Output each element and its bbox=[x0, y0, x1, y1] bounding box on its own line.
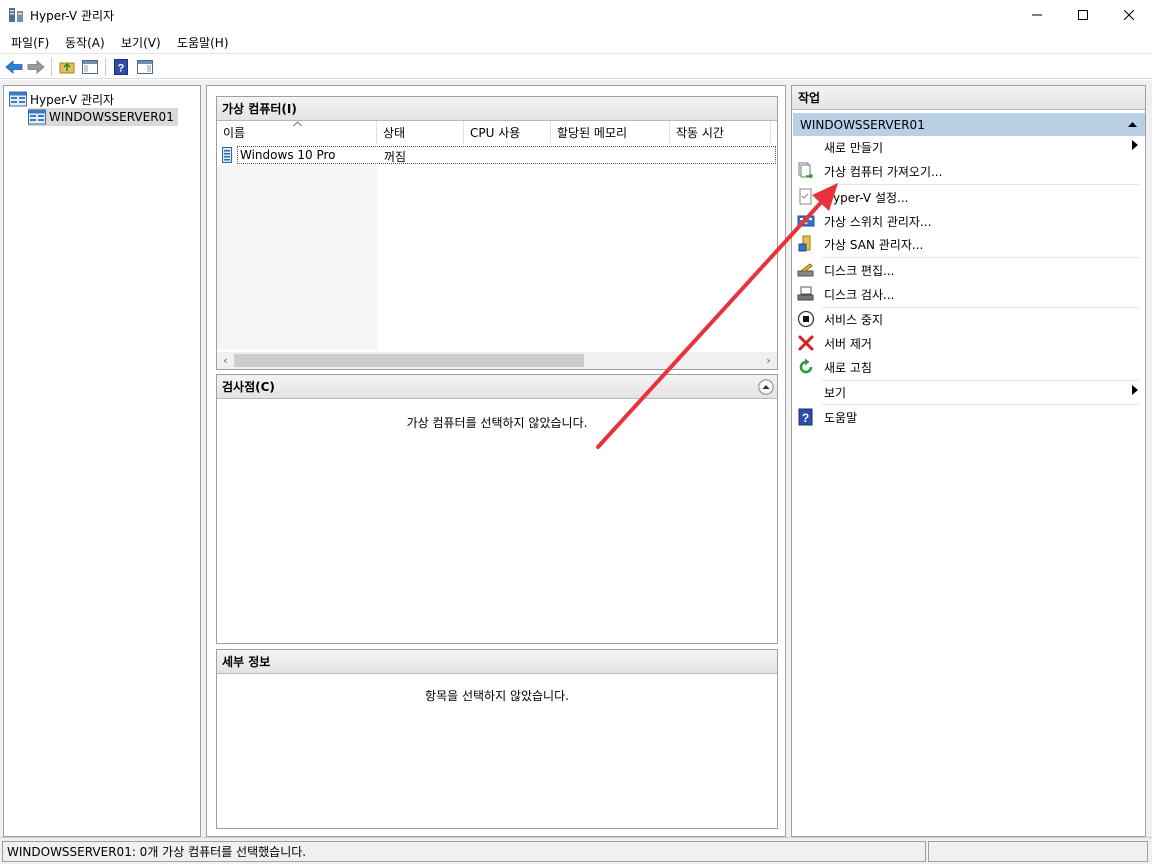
column-cpu[interactable]: CPU 사용 bbox=[464, 121, 551, 143]
tree-server-label: WINDOWSSERVER01 bbox=[49, 110, 174, 124]
title-bar: Hyper-V 관리자 bbox=[0, 0, 1152, 30]
refresh-icon bbox=[799, 358, 813, 374]
sort-ascending-icon bbox=[293, 121, 302, 127]
close-button[interactable] bbox=[1106, 0, 1152, 30]
up-folder-icon[interactable] bbox=[57, 57, 77, 77]
menu-action[interactable]: 동작(A) bbox=[65, 34, 105, 51]
virtual-machines-panel: 가상 컴퓨터(I) 이름 상태 CPU 사용 할당된 메모리 작동 시간 Win… bbox=[216, 96, 778, 370]
toolbar: ? bbox=[0, 53, 1152, 79]
action-san-manager[interactable]: 가상 SAN 관리자... bbox=[797, 233, 1140, 255]
action-edit-disk[interactable]: 디스크 편집... bbox=[797, 259, 1140, 281]
inspect-disk-icon bbox=[797, 286, 814, 301]
action-stop-service[interactable]: 서비스 중지 bbox=[797, 308, 1140, 330]
server-icon bbox=[28, 109, 46, 125]
show-tree-icon[interactable] bbox=[80, 57, 100, 77]
svg-text:?: ? bbox=[118, 63, 125, 75]
toolbar-separator bbox=[105, 58, 106, 76]
window-title: Hyper-V 관리자 bbox=[30, 9, 115, 23]
back-arrow-icon[interactable] bbox=[4, 57, 24, 77]
action-switch-manager[interactable]: 가상 스위치 관리자... bbox=[797, 210, 1140, 232]
checkpoints-empty-message: 가상 컴퓨터를 선택하지 않았습니다. bbox=[406, 416, 588, 430]
remove-icon bbox=[798, 335, 814, 351]
horizontal-scrollbar[interactable]: ‹ › bbox=[217, 352, 777, 369]
list-empty-area bbox=[217, 165, 377, 349]
checkpoints-panel: 검사점(C) 가상 컴퓨터를 선택하지 않았습니다. bbox=[216, 374, 778, 644]
submenu-arrow-icon bbox=[1132, 140, 1138, 150]
status-bar: WINDOWSSERVER01: 0개 가상 컴퓨터를 선택했습니다. bbox=[0, 837, 1152, 864]
action-refresh[interactable]: 새로 고침 bbox=[797, 356, 1140, 378]
details-panel-title: 세부 정보 bbox=[217, 650, 777, 674]
actions-server-header[interactable]: WINDOWSSERVER01 bbox=[793, 113, 1145, 136]
action-remove-server[interactable]: 서버 제거 bbox=[797, 332, 1140, 354]
tree-server-item[interactable]: WINDOWSSERVER01 bbox=[28, 108, 178, 126]
san-icon bbox=[798, 235, 811, 252]
action-help[interactable]: ? 도움말 bbox=[797, 406, 1140, 428]
menu-bar: 파일(F) 동작(A) 보기(V) 도움말(H) bbox=[0, 30, 1152, 52]
collapse-triangle-icon[interactable] bbox=[1128, 122, 1137, 127]
action-new[interactable]: 새로 만들기 bbox=[797, 136, 1140, 158]
scroll-left-icon[interactable]: ‹ bbox=[217, 352, 234, 369]
submenu-arrow-icon bbox=[1132, 385, 1138, 395]
vm-state: 꺼짐 bbox=[384, 150, 407, 164]
minimize-button[interactable] bbox=[1014, 0, 1060, 30]
column-name[interactable]: 이름 bbox=[217, 121, 377, 143]
status-cell-secondary bbox=[928, 841, 1148, 862]
main-area: Hyper-V 관리자 WINDOWSSERVER01 가상 컴퓨터(I) 이름… bbox=[0, 80, 1152, 837]
show-action-pane-icon[interactable] bbox=[135, 57, 155, 77]
help-icon: ? bbox=[798, 408, 813, 426]
actions-pane: 작업 WINDOWSSERVER01 새로 만들기 가상 컴퓨터 가져오기... bbox=[791, 85, 1146, 837]
toolbar-separator bbox=[51, 58, 52, 76]
action-import-vm[interactable]: 가상 컴퓨터 가져오기... bbox=[797, 160, 1140, 182]
table-row[interactable]: Windows 10 Pro 꺼짐 bbox=[218, 146, 776, 164]
settings-doc-icon bbox=[799, 188, 812, 205]
menu-view[interactable]: 보기(V) bbox=[121, 34, 161, 51]
collapse-up-icon[interactable] bbox=[758, 379, 774, 395]
hyper-v-icon bbox=[9, 8, 23, 22]
switch-icon bbox=[797, 215, 815, 227]
edit-disk-icon bbox=[797, 263, 814, 277]
vm-panel-title: 가상 컴퓨터(I) bbox=[217, 97, 777, 121]
svg-text:?: ? bbox=[802, 411, 809, 425]
tree-root-label: Hyper-V 관리자 bbox=[30, 92, 115, 107]
action-hyperv-settings[interactable]: Hyper-V 설정... bbox=[797, 186, 1140, 208]
details-panel: 세부 정보 항목을 선택하지 않았습니다. bbox=[216, 649, 778, 829]
import-icon bbox=[798, 162, 814, 179]
menu-help[interactable]: 도움말(H) bbox=[177, 34, 229, 51]
actions-title: 작업 bbox=[792, 86, 1145, 110]
forward-arrow-icon[interactable] bbox=[26, 57, 46, 77]
status-text: WINDOWSSERVER01: 0개 가상 컴퓨터를 선택했습니다. bbox=[2, 841, 926, 862]
navigation-tree: Hyper-V 관리자 WINDOWSSERVER01 bbox=[3, 85, 201, 837]
hyper-v-manager-icon bbox=[9, 91, 27, 107]
tree-root[interactable]: Hyper-V 관리자 bbox=[9, 90, 114, 108]
scrollbar-thumb[interactable] bbox=[234, 354, 584, 367]
column-state[interactable]: 상태 bbox=[377, 121, 464, 143]
column-memory[interactable]: 할당된 메모리 bbox=[551, 121, 670, 143]
vm-icon bbox=[222, 147, 232, 163]
vm-name: Windows 10 Pro bbox=[240, 148, 336, 162]
scroll-right-icon[interactable]: › bbox=[760, 352, 777, 369]
help-icon[interactable]: ? bbox=[111, 57, 131, 77]
column-uptime[interactable]: 작동 시간 bbox=[670, 121, 771, 143]
action-view[interactable]: 보기 bbox=[797, 381, 1140, 403]
stop-icon bbox=[797, 310, 815, 328]
center-pane: 가상 컴퓨터(I) 이름 상태 CPU 사용 할당된 메모리 작동 시간 Win… bbox=[206, 85, 786, 837]
action-inspect-disk[interactable]: 디스크 검사... bbox=[797, 283, 1140, 305]
menu-file[interactable]: 파일(F) bbox=[11, 34, 49, 51]
details-empty-message: 항목을 선택하지 않았습니다. bbox=[425, 689, 569, 703]
checkpoints-panel-title: 검사점(C) bbox=[217, 375, 777, 399]
maximize-button[interactable] bbox=[1060, 0, 1106, 30]
